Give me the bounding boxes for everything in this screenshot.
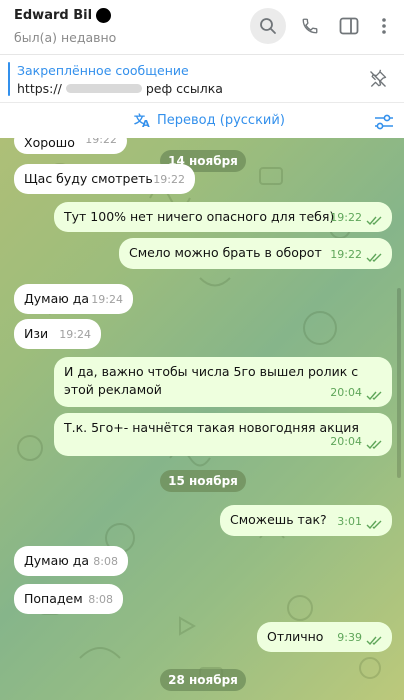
message-incoming[interactable]: Думаю да 19:24 bbox=[14, 284, 133, 314]
more-vertical-icon bbox=[382, 18, 386, 34]
message-time: 20:04 bbox=[330, 386, 362, 399]
message-outgoing[interactable]: Т.к. 5го+- начнётся такая новогодняя акц… bbox=[54, 413, 392, 456]
read-checkmark-icon bbox=[366, 520, 382, 529]
svg-text:A: A bbox=[142, 119, 150, 128]
translate-icon: 文 A bbox=[134, 112, 150, 128]
sidebar-toggle-button[interactable] bbox=[331, 8, 367, 44]
message-time: 19:22 bbox=[153, 173, 185, 186]
message-time: 19:24 bbox=[91, 293, 123, 306]
search-icon bbox=[260, 18, 276, 34]
sidebar-toggle-icon bbox=[339, 17, 359, 35]
message-outgoing[interactable]: Смело можно брать в оборот 19:22 bbox=[119, 238, 392, 269]
message-text: Думаю да bbox=[24, 291, 90, 306]
chat-header: Edward Bil был(а) недавно bbox=[0, 0, 404, 54]
redaction-mark bbox=[96, 8, 112, 23]
message-incoming[interactable]: Хорошо 19:22 bbox=[14, 138, 127, 154]
message-outgoing[interactable]: Сможешь так? 3:01 bbox=[220, 505, 392, 536]
pinned-message-bar[interactable]: Закреплённое сообщение https:// реф ссыл… bbox=[0, 54, 404, 102]
read-checkmark-icon bbox=[366, 636, 382, 645]
sliders-icon bbox=[375, 114, 393, 130]
contact-name-text: Edward Bil bbox=[14, 8, 93, 23]
message-time: 20:04 bbox=[330, 435, 362, 448]
message-outgoing[interactable]: Отлично 9:39 bbox=[257, 622, 392, 652]
unpin-icon bbox=[370, 69, 387, 87]
message-time: 8:08 bbox=[93, 555, 118, 568]
message-text: Изи bbox=[24, 326, 49, 341]
pinned-text: https:// реф ссылка bbox=[17, 81, 223, 96]
read-checkmark-icon bbox=[366, 253, 382, 262]
message-text: Тут 100% нет ничего опасного для тебя) bbox=[64, 209, 335, 224]
message-time: 19:22 bbox=[330, 248, 362, 261]
message-incoming[interactable]: Изи 19:24 bbox=[14, 319, 101, 349]
message-text: Щас буду смотреть bbox=[24, 171, 153, 186]
pinned-text-suffix: реф ссылка bbox=[145, 81, 223, 96]
translate-button[interactable]: 文 A Перевод (русский) bbox=[134, 112, 285, 128]
message-incoming[interactable]: Думаю да 8:08 bbox=[14, 546, 128, 576]
read-checkmark-icon bbox=[366, 216, 382, 225]
chat-scrollbar[interactable] bbox=[397, 288, 401, 478]
more-button[interactable] bbox=[366, 8, 402, 44]
message-text: Попадем bbox=[24, 591, 83, 606]
contact-status: был(а) недавно bbox=[14, 30, 117, 45]
read-checkmark-icon bbox=[366, 391, 382, 400]
translate-settings-button[interactable] bbox=[373, 112, 395, 132]
contact-name[interactable]: Edward Bil bbox=[14, 8, 112, 23]
unpin-button[interactable] bbox=[366, 67, 390, 91]
message-time: 19:24 bbox=[59, 328, 91, 341]
date-separator: 15 ноября bbox=[160, 470, 246, 492]
date-separator: 28 ноября bbox=[160, 669, 246, 691]
read-checkmark-icon bbox=[366, 440, 382, 449]
message-text: Смело можно брать в оборот bbox=[129, 245, 322, 260]
message-outgoing[interactable]: Тут 100% нет ничего опасного для тебя) 1… bbox=[54, 202, 392, 232]
message-time: 3:01 bbox=[337, 515, 362, 528]
message-text: Сможешь так? bbox=[230, 512, 327, 527]
message-text: Думаю да bbox=[24, 553, 90, 568]
message-incoming[interactable]: Щас буду смотреть 19:22 bbox=[14, 164, 195, 194]
pinned-text-prefix: https:// bbox=[17, 81, 62, 96]
chat-area[interactable]: Хорошо 19:22 14 ноября Щас буду смотреть… bbox=[0, 138, 404, 700]
message-text: Т.к. 5го+- начнётся такая новогодняя акц… bbox=[64, 420, 359, 435]
message-incoming[interactable]: Попадем 8:08 bbox=[14, 584, 123, 614]
call-button[interactable] bbox=[292, 8, 328, 44]
redacted-link bbox=[65, 84, 142, 93]
search-button[interactable] bbox=[250, 8, 286, 44]
pinned-indicator bbox=[8, 62, 10, 96]
message-text: И да, важно чтобы числа 5го вышел ролик … bbox=[64, 364, 359, 397]
message-time: 19:22 bbox=[85, 138, 117, 146]
translate-bar: 文 A Перевод (русский) bbox=[0, 102, 404, 138]
pinned-title: Закреплённое сообщение bbox=[17, 63, 189, 78]
message-time: 19:22 bbox=[330, 211, 362, 224]
phone-icon bbox=[302, 18, 318, 34]
translate-label: Перевод (русский) bbox=[157, 112, 285, 128]
message-text: Хорошо bbox=[24, 138, 75, 150]
message-text: Отлично bbox=[267, 629, 324, 644]
message-outgoing[interactable]: И да, важно чтобы числа 5го вышел ролик … bbox=[54, 357, 392, 407]
message-time: 8:08 bbox=[88, 593, 113, 606]
message-time: 9:39 bbox=[337, 631, 362, 644]
